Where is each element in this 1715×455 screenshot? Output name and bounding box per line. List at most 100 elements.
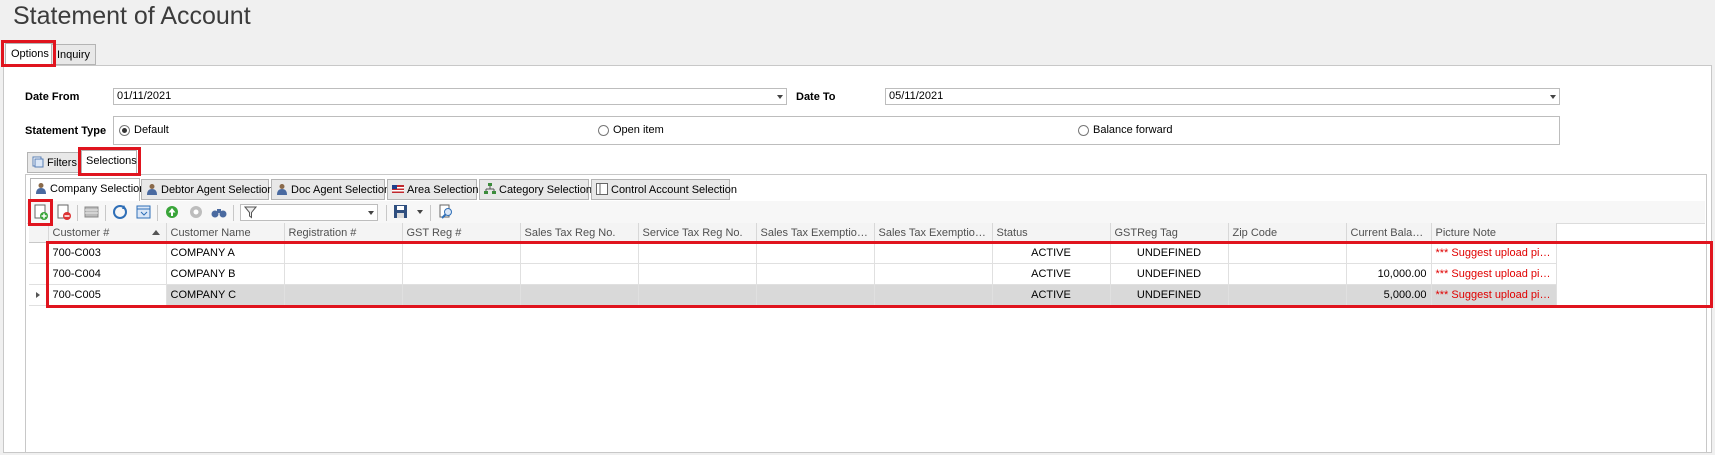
cell-service-tax-reg[interactable] <box>638 284 757 306</box>
col-gst-reg[interactable]: GST Reg # <box>402 223 521 243</box>
tab-filters[interactable]: Filters <box>27 152 79 173</box>
tab-debtor-agent-label: Debtor Agent Selection <box>161 184 274 196</box>
cell-gstreg-tag[interactable]: UNDEFINED <box>1110 263 1229 285</box>
tab-inquiry-label: Inquiry <box>57 49 91 61</box>
save-layout-icon[interactable] <box>392 203 410 221</box>
tab-inquiry[interactable]: Inquiry <box>51 44 97 65</box>
cell-customer-name[interactable]: COMPANY B <box>166 263 285 285</box>
cell-registration[interactable] <box>284 242 403 264</box>
table-row[interactable]: 700-C005 COMPANY C ACTIVE UNDEFINED 5,00… <box>29 284 1557 306</box>
cell-zip-code[interactable] <box>1228 263 1347 285</box>
cell-sales-tax-reg[interactable] <box>520 242 639 264</box>
tab-category-selection[interactable]: Category Selection <box>479 179 592 200</box>
date-from-field[interactable]: 01/11/2021 <box>113 88 787 105</box>
chevron-down-icon[interactable] <box>368 211 374 215</box>
cell-zip-code[interactable] <box>1228 242 1347 264</box>
cell-registration[interactable] <box>284 284 403 306</box>
cell-current-balance[interactable]: 5,000.00 <box>1346 284 1432 306</box>
refresh-icon[interactable] <box>111 203 129 221</box>
cell-service-tax-reg[interactable] <box>638 242 757 264</box>
radio-open-item-label[interactable]: Open item <box>613 124 664 136</box>
row-indicator[interactable] <box>29 242 49 264</box>
tab-debtor-agent-selection[interactable]: Debtor Agent Selection <box>141 179 274 200</box>
col-sales-tax-exemption-no[interactable]: Sales Tax Exemption No <box>756 223 875 243</box>
tab-company-selection[interactable]: Company Selection <box>30 178 145 201</box>
cell-customer-name[interactable]: COMPANY A <box>166 242 285 264</box>
row-indicator[interactable] <box>29 284 49 306</box>
col-customer-no-label: Customer # <box>52 226 110 239</box>
cell-customer-no[interactable]: 700-C003 <box>48 242 167 264</box>
cell-gstreg-tag[interactable]: UNDEFINED <box>1110 242 1229 264</box>
cell-status[interactable]: ACTIVE <box>992 242 1111 264</box>
cell-customer-no[interactable]: 700-C005 <box>48 284 167 306</box>
cell-registration[interactable] <box>284 263 403 285</box>
cell-gst-reg[interactable] <box>402 284 521 306</box>
chevron-down-icon[interactable] <box>417 210 423 214</box>
radio-default[interactable] <box>119 125 130 136</box>
col-picture-note[interactable]: Picture Note <box>1431 223 1557 243</box>
move-down-icon[interactable] <box>187 203 205 221</box>
cell-sales-tax-exemption-e[interactable] <box>874 242 993 264</box>
tab-control-account-selection[interactable]: Control Account Selection <box>591 179 737 200</box>
cell-sales-tax-exemption-no[interactable] <box>756 242 875 264</box>
cell-service-tax-reg[interactable] <box>638 263 757 285</box>
cell-sales-tax-exemption-e[interactable] <box>874 284 993 306</box>
cell-sales-tax-reg[interactable] <box>520 263 639 285</box>
col-customer-no[interactable]: Customer # <box>48 223 167 243</box>
radio-default-label[interactable]: Default <box>134 124 169 136</box>
tab-category-label: Category Selection <box>499 184 592 196</box>
cell-picture-note[interactable]: *** Suggest upload pictu... <box>1431 284 1557 306</box>
row-indicator[interactable] <box>29 263 49 285</box>
col-zip-code[interactable]: Zip Code <box>1228 223 1347 243</box>
cell-customer-name[interactable]: COMPANY C <box>166 284 285 306</box>
customer-grid: Customer # Customer Name Registration # … <box>29 223 1705 451</box>
grid-view-icon[interactable] <box>83 203 101 221</box>
cell-customer-no[interactable]: 700-C004 <box>48 263 167 285</box>
search-document-icon[interactable] <box>437 203 455 221</box>
add-record-icon[interactable] <box>32 203 50 221</box>
cell-gstreg-tag[interactable]: UNDEFINED <box>1110 284 1229 306</box>
radio-balance-forward-label[interactable]: Balance forward <box>1093 124 1173 136</box>
chevron-down-icon[interactable] <box>777 95 783 99</box>
tab-selections[interactable]: Selections <box>81 150 137 173</box>
cell-status[interactable]: ACTIVE <box>992 284 1111 306</box>
toolbar-separator <box>77 205 78 221</box>
table-row[interactable]: 700-C004 COMPANY B ACTIVE UNDEFINED 10,0… <box>29 263 1557 285</box>
col-sales-tax-exemption-e[interactable]: Sales Tax Exemption E... <box>874 223 993 243</box>
cell-sales-tax-exemption-e[interactable] <box>874 263 993 285</box>
sort-ascending-icon[interactable] <box>151 230 160 235</box>
tab-doc-agent-selection[interactable]: Doc Agent Selection <box>271 179 390 200</box>
person-icon <box>36 183 46 194</box>
radio-balance-forward[interactable] <box>1078 125 1089 136</box>
col-service-tax-reg[interactable]: Service Tax Reg No. <box>638 223 757 243</box>
radio-open-item[interactable] <box>598 125 609 136</box>
col-registration[interactable]: Registration # <box>284 223 403 243</box>
col-sales-tax-reg[interactable]: Sales Tax Reg No. <box>520 223 639 243</box>
remove-record-icon[interactable] <box>55 203 73 221</box>
cell-gst-reg[interactable] <box>402 242 521 264</box>
col-current-balance[interactable]: Current Balance <box>1346 223 1432 243</box>
date-to-field[interactable]: 05/11/2021 <box>885 88 1560 105</box>
col-status[interactable]: Status <box>992 223 1111 243</box>
customer-table: Customer # Customer Name Registration # … <box>29 223 1557 306</box>
move-up-icon[interactable] <box>163 203 181 221</box>
calendar-sync-icon[interactable] <box>135 203 153 221</box>
cell-zip-code[interactable] <box>1228 284 1347 306</box>
cell-sales-tax-exemption-no[interactable] <box>756 284 875 306</box>
cell-picture-note[interactable]: *** Suggest upload pictu... <box>1431 242 1557 264</box>
chevron-down-icon[interactable] <box>1550 95 1556 99</box>
cell-gst-reg[interactable] <box>402 263 521 285</box>
col-gstreg-tag[interactable]: GSTReg Tag <box>1110 223 1229 243</box>
tab-options[interactable]: Options <box>5 43 55 66</box>
col-customer-name[interactable]: Customer Name <box>166 223 285 243</box>
cell-picture-note[interactable]: *** Suggest upload pictu... <box>1431 263 1557 285</box>
cell-sales-tax-reg[interactable] <box>520 284 639 306</box>
cell-current-balance[interactable] <box>1346 242 1432 264</box>
cell-current-balance[interactable]: 10,000.00 <box>1346 263 1432 285</box>
cell-status[interactable]: ACTIVE <box>992 263 1111 285</box>
binoculars-icon[interactable] <box>210 203 228 221</box>
tab-area-selection[interactable]: Area Selection <box>387 179 479 200</box>
filter-combo[interactable] <box>240 204 378 221</box>
cell-sales-tax-exemption-no[interactable] <box>756 263 875 285</box>
table-row[interactable]: 700-C003 COMPANY A ACTIVE UNDEFINED *** … <box>29 242 1557 264</box>
